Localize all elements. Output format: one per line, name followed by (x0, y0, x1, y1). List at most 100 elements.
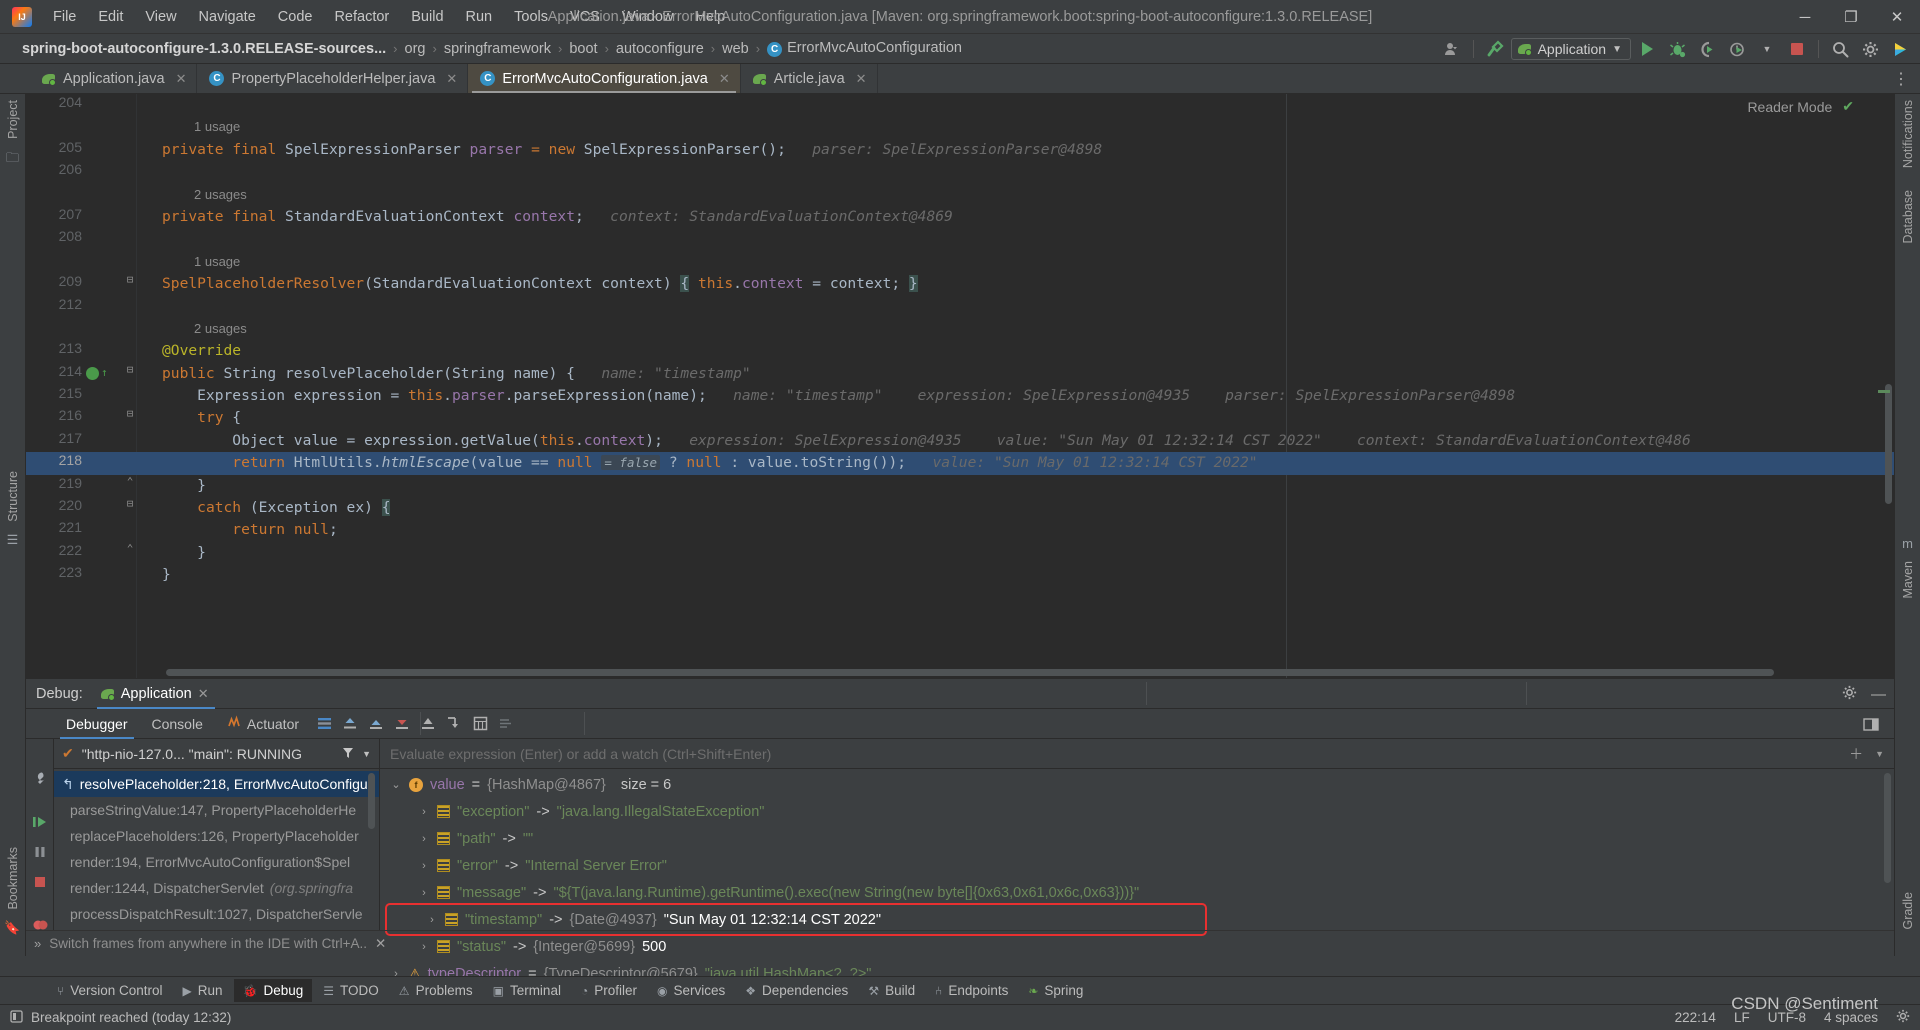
menu-vcs[interactable]: VCS (559, 5, 611, 29)
gear-icon[interactable] (1856, 37, 1884, 61)
folder-icon[interactable]: 🗀 (6, 149, 19, 171)
chevron-down-icon[interactable]: ▼ (362, 749, 371, 759)
structure-icon[interactable]: ☰ (7, 532, 19, 548)
call-stack-frame[interactable]: render:1244, DispatcherServlet (org.spri… (54, 875, 379, 901)
menu-bar[interactable]: File Edit View Navigate Code Refactor Build Run… (42, 5, 736, 29)
frames-scrollbar[interactable] (368, 773, 375, 829)
code-line[interactable]: 205 private final SpelExpressionParser pa… (26, 139, 1894, 161)
resume-program-icon[interactable] (32, 815, 48, 832)
minimize-icon[interactable]: — (1871, 686, 1886, 703)
chevron-down-icon[interactable]: ⌄ (390, 778, 402, 791)
code-fold-icon[interactable]: ⌃ (124, 475, 136, 488)
variable-row[interactable]: › "timestamp" -> {Date@4937} "Sun May 01 … (385, 903, 1207, 936)
code-line[interactable]: 213 @Override (26, 340, 1894, 362)
breakpoint-icon[interactable] (86, 366, 99, 380)
debug-session-tab[interactable]: Application ✕ (96, 679, 215, 709)
tool-window-profiler[interactable]: ◔ Profiler (572, 979, 646, 1002)
tool-window-problems[interactable]: ⚠ Problems (390, 979, 482, 1002)
code-line[interactable]: 221 return null; (26, 519, 1894, 541)
step-out-icon[interactable] (337, 713, 363, 735)
usage-hint[interactable]: 2 usages (194, 318, 247, 340)
close-button[interactable]: ✕ (1874, 0, 1920, 34)
editor-tab-errormvcautoconfiguration[interactable]: C ErrorMvcAutoConfiguration.java ✕ (468, 64, 741, 93)
code-line[interactable]: 222 ⌃ } (26, 542, 1894, 564)
code-line[interactable]: 2 usages (26, 184, 1894, 206)
tab-console[interactable]: Console (140, 709, 215, 739)
breadcrumb-item-boot[interactable]: boot (565, 39, 601, 59)
code-line[interactable]: 215 Expression expression = this.parser.… (26, 385, 1894, 407)
file-encoding[interactable]: UTF-8 (1768, 1010, 1806, 1025)
updates-icon[interactable] (1886, 37, 1914, 61)
variable-row[interactable]: › "path" -> "" (380, 825, 1894, 852)
call-stack-frame[interactable]: render:194, ErrorMvcAutoConfiguration$Sp… (54, 849, 379, 875)
tab-actuator[interactable]: Actuator (215, 709, 311, 739)
close-icon[interactable]: ✕ (198, 686, 209, 702)
menu-tools[interactable]: Tools (503, 5, 559, 29)
chevron-right-icon[interactable]: › (426, 914, 438, 926)
stop-button[interactable] (1783, 37, 1811, 61)
code-line[interactable]: 1 usage (26, 251, 1894, 273)
window-controls[interactable]: ─ ❐ ✕ (1782, 0, 1920, 34)
run-button[interactable] (1633, 37, 1661, 61)
step-up-icon[interactable] (415, 713, 441, 735)
tabs-overflow-icon[interactable]: ⋮ (1893, 64, 1910, 94)
tool-button-notifications[interactable]: Notifications (1901, 94, 1915, 174)
close-icon[interactable]: ✕ (719, 71, 730, 87)
code-lines[interactable]: 204 1 usage 205 private final SpelExpressio… (26, 94, 1894, 587)
profile-button[interactable] (1723, 37, 1751, 61)
tool-window-bar[interactable]: ⑂ Version Control ▶ Run 🐞 Debug ☰ TODO ⚠ Problems… (0, 976, 1920, 1004)
code-line[interactable]: 212 (26, 296, 1894, 318)
breadcrumb-item-autoconfigure[interactable]: autoconfigure (612, 39, 708, 59)
breadcrumb-item-org[interactable]: org (401, 39, 430, 59)
editor-tab-propertyplaceholderhelper[interactable]: C PropertyPlaceholderHelper.java ✕ (197, 64, 469, 93)
coverage-button[interactable] (1693, 37, 1721, 61)
menu-navigate[interactable]: Navigate (188, 5, 267, 29)
tool-button-maven[interactable]: Maven (1901, 555, 1915, 605)
variable-row[interactable]: › "error" -> "Internal Server Error" (380, 852, 1894, 879)
breadcrumb-root[interactable]: spring-boot-autoconfigure-1.3.0.RELEASE-… (18, 39, 390, 59)
gear-icon[interactable] (1896, 1009, 1910, 1026)
tool-button-bookmarks[interactable]: Bookmarks (6, 841, 20, 916)
menu-view[interactable]: View (134, 5, 187, 29)
menu-window[interactable]: Window (611, 5, 685, 29)
minimize-button[interactable]: ─ (1782, 0, 1828, 34)
step-into-icon[interactable] (389, 713, 415, 735)
code-line[interactable]: 207 private final StandardEvaluationConte… (26, 206, 1894, 228)
breadcrumb-item-class[interactable]: C ErrorMvcAutoConfiguration (763, 38, 966, 59)
editor-vertical-scrollbar[interactable] (1885, 384, 1892, 504)
tool-window-debug[interactable]: 🐞 Debug (233, 979, 313, 1002)
variable-row[interactable]: › "exception" -> "java.lang.IllegalStateE… (380, 798, 1894, 825)
code-fold-icon[interactable]: ⊟ (124, 273, 136, 286)
call-stack-frame[interactable]: ↰ resolvePlaceholder:218, ErrorMvcAutoCon… (54, 771, 379, 797)
editor-tab-article[interactable]: Article.java ✕ (741, 64, 878, 93)
chevron-right-icon[interactable]: › (418, 860, 430, 872)
breadcrumb-item-springframework[interactable]: springframework (440, 39, 555, 59)
chevron-right-icon[interactable]: › (418, 887, 430, 899)
caret-position[interactable]: 222:14 (1675, 1010, 1716, 1025)
menu-build[interactable]: Build (400, 5, 454, 29)
menu-file[interactable]: File (42, 5, 87, 29)
run-configuration-selector[interactable]: Application ▼ (1510, 38, 1631, 60)
code-line[interactable]: 217 Object value = expression.getValue(t… (26, 430, 1894, 452)
variable-row[interactable]: › "message" -> "${T(java.lang.Runtime).ge… (380, 879, 1894, 906)
code-line[interactable]: 220 ⊟ catch (Exception ex) { (26, 497, 1894, 519)
tool-window-build[interactable]: ⚒ Build (859, 979, 924, 1002)
code-line[interactable]: 206 (26, 161, 1894, 183)
maximize-button[interactable]: ❐ (1828, 0, 1874, 34)
run-to-cursor-icon[interactable] (441, 713, 467, 735)
code-line[interactable]: 208 (26, 228, 1894, 250)
variables-panel[interactable]: Evaluate expression (Enter) or add a wat… (380, 739, 1894, 982)
call-stack-list[interactable]: ↰ resolvePlaceholder:218, ErrorMvcAutoCon… (54, 769, 379, 927)
editor-tab-application[interactable]: Application.java ✕ (30, 64, 198, 93)
thread-selector[interactable]: ✔ "http-nio-127.0... "main": RUNNING ▼ (54, 739, 379, 769)
call-stack-frame[interactable]: replacePlaceholders:126, PropertyPlaceho… (54, 823, 379, 849)
variable-row[interactable]: ⌄ f value = {HashMap@4867} size = 6 (380, 771, 1894, 798)
step-over-icon[interactable] (363, 713, 389, 735)
mute-breakpoints-icon[interactable] (493, 713, 519, 735)
code-line[interactable]: 218 return HtmlUtils.htmlEscape(value ==… (26, 452, 1894, 475)
code-fold-icon[interactable]: ⊟ (124, 363, 136, 376)
editor-horizontal-scrollbar[interactable] (166, 669, 1774, 676)
layout-settings-icon[interactable] (311, 713, 337, 735)
usage-hint[interactable]: 2 usages (194, 184, 247, 206)
reader-mode-indicator[interactable]: Reader Mode ✔ (1747, 98, 1854, 115)
